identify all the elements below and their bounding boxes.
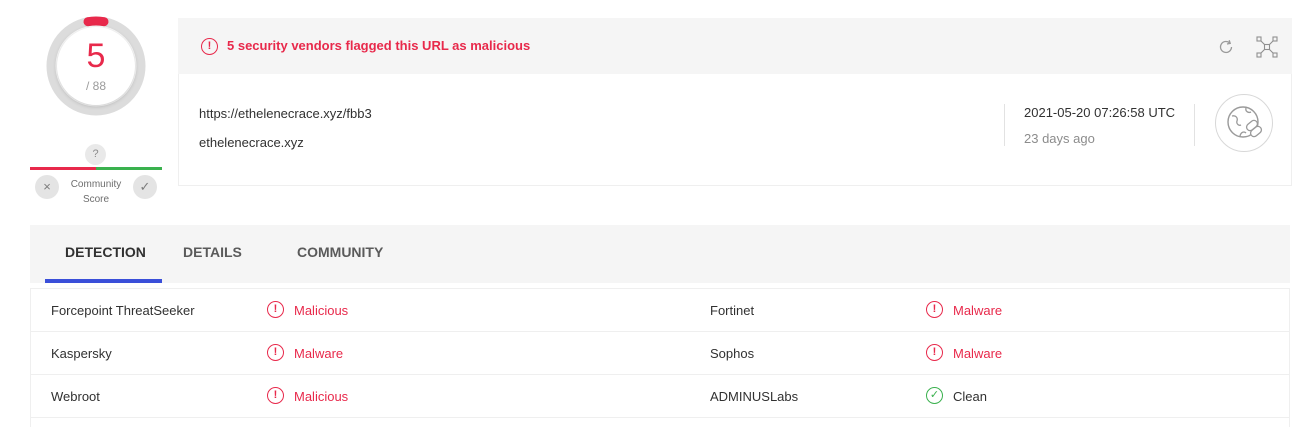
alert-exclamation-icon: ! xyxy=(201,38,218,55)
globe-link-icon xyxy=(1215,94,1273,152)
alert-text: 5 security vendors flagged this URL as m… xyxy=(227,38,531,53)
detection-count: 5 xyxy=(86,37,106,75)
divider xyxy=(1004,104,1005,146)
alert-header: ! 5 security vendors flagged this URL as… xyxy=(178,18,1292,74)
vendor-name: Kaspersky xyxy=(51,346,112,361)
community-score-bar xyxy=(30,167,162,170)
vendor-name: Forcepoint ThreatSeeker xyxy=(51,303,195,318)
graph-icon[interactable] xyxy=(1256,36,1278,58)
upvote-button[interactable]: ✓ xyxy=(133,175,157,199)
alert-exclamation-icon: ! xyxy=(267,344,284,361)
vendor-name: Fortinet xyxy=(710,303,755,318)
alert-exclamation-icon: ! xyxy=(926,301,943,318)
url-domain[interactable]: ethelenecrace.xyz xyxy=(199,135,304,150)
downvote-button[interactable]: × xyxy=(35,175,59,199)
check-circle-icon: ✓ xyxy=(926,387,943,404)
detection-score-gauge: 5 / 88 xyxy=(45,15,147,117)
vendor-result: Malware xyxy=(294,346,344,361)
alert-exclamation-icon: ! xyxy=(926,344,943,361)
community-bar-positive xyxy=(96,167,162,170)
refresh-icon[interactable] xyxy=(1217,38,1235,56)
vendor-name: Sophos xyxy=(710,346,755,361)
alert-exclamation-icon: ! xyxy=(267,301,284,318)
tab-details[interactable]: DETAILS xyxy=(183,244,242,260)
table-row: Webroot ! Malicious ADMINUSLabs ✓ Clean xyxy=(31,375,1289,418)
alert-exclamation-icon: ! xyxy=(267,387,284,404)
detection-table: Forcepoint ThreatSeeker ! Malicious Fort… xyxy=(30,288,1290,427)
community-score-label: Community Score xyxy=(70,179,122,205)
score-center: 5 / 88 xyxy=(57,27,135,105)
url-info-card: https://ethelenecrace.xyz/fbb3 ethelenec… xyxy=(178,74,1292,186)
scan-date: 2021-05-20 07:26:58 UTC xyxy=(1024,105,1176,120)
vendor-result: Malware xyxy=(953,303,1003,318)
tab-community[interactable]: COMMUNITY xyxy=(297,244,383,260)
vendor-name: ADMINUSLabs xyxy=(710,389,799,404)
divider xyxy=(1194,104,1195,146)
table-row: Forcepoint ThreatSeeker ! Malicious Fort… xyxy=(31,289,1289,332)
vendor-result: Malicious xyxy=(294,303,349,318)
community-bar-negative xyxy=(30,167,96,170)
report-tabs: DETECTION DETAILS COMMUNITY xyxy=(30,225,1290,283)
vendor-result: Clean xyxy=(953,389,987,404)
active-tab-indicator xyxy=(45,279,162,283)
vendor-result: Malware xyxy=(953,346,1003,361)
url-full[interactable]: https://ethelenecrace.xyz/fbb3 xyxy=(199,106,372,121)
engine-total: / 88 xyxy=(85,79,106,93)
community-help-icon[interactable]: ? xyxy=(85,144,106,165)
vendor-result: Malicious xyxy=(294,389,349,404)
score-arc xyxy=(83,16,109,27)
scan-relative-time: 23 days ago xyxy=(1024,131,1095,146)
tab-detection[interactable]: DETECTION xyxy=(65,244,146,260)
table-row: Kaspersky ! Malware Sophos ! Malware xyxy=(31,332,1289,375)
vendor-name: Webroot xyxy=(51,389,100,404)
